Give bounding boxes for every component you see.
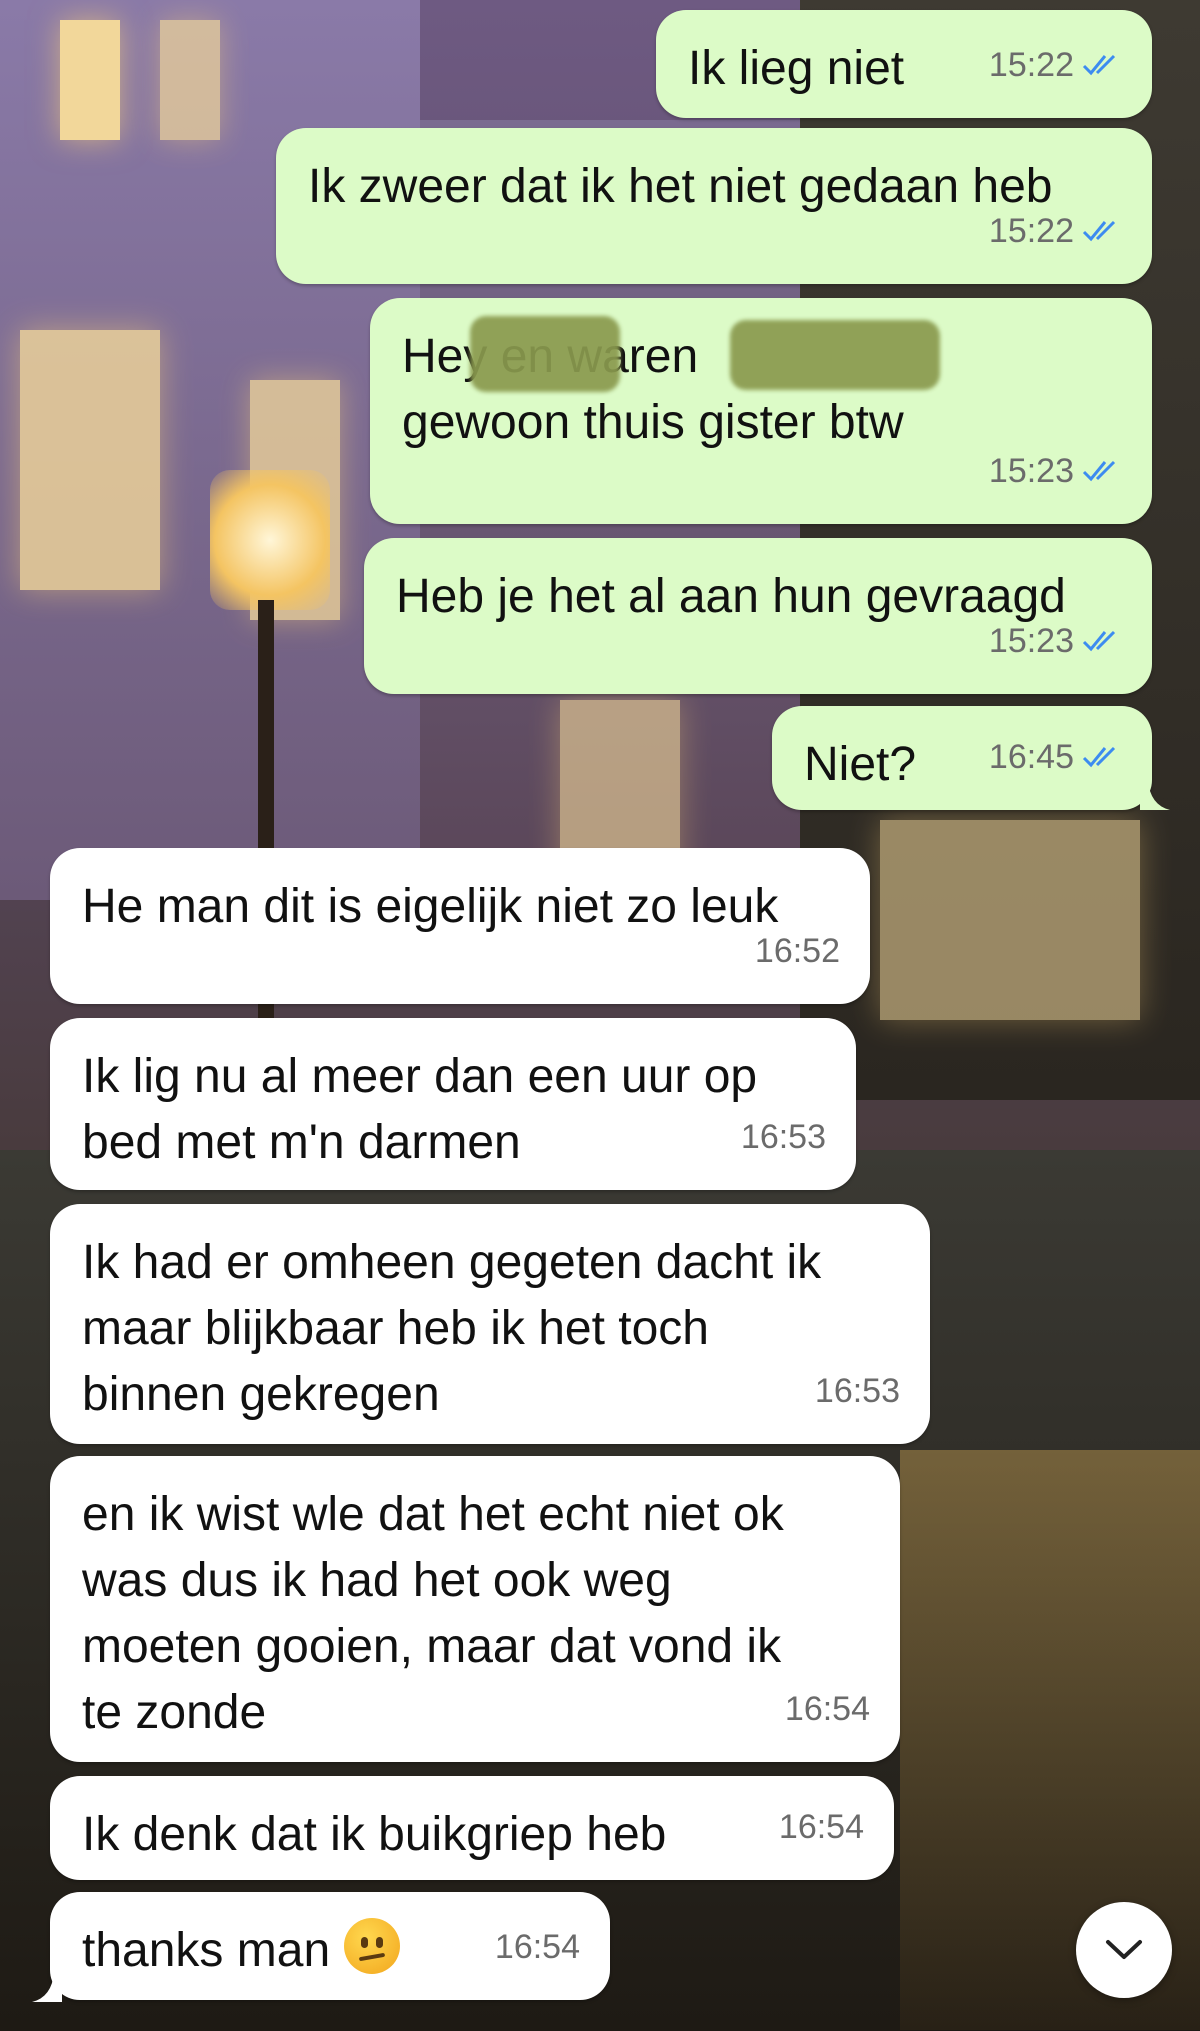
- message-time: 16:54: [778, 1808, 864, 1846]
- message-meta: 15:22: [989, 198, 1122, 264]
- incoming-message[interactable]: Ik lig nu al meer dan een uur op bed met…: [50, 1018, 856, 1190]
- incoming-message[interactable]: en ik wist wle dat het echt niet ok was …: [50, 1456, 900, 1762]
- message-list[interactable]: Ik lieg niet 15:22 Ik zweer dat ik het n…: [0, 0, 1200, 2031]
- message-text: Niet?: [804, 738, 917, 791]
- message-meta: 16:45: [989, 724, 1122, 790]
- message-time: 16:52: [754, 932, 840, 970]
- scroll-to-bottom-button[interactable]: [1076, 1902, 1172, 1998]
- message-text: He man dit is eigelijk niet zo leuk: [82, 880, 779, 933]
- message-time: 16:54: [784, 1690, 870, 1728]
- message-text: Ik denk dat ik buikgriep heb: [82, 1808, 667, 1861]
- message-meta: 16:54: [785, 1676, 870, 1742]
- incoming-message[interactable]: thanks man 16:54: [50, 1892, 610, 2000]
- outgoing-message[interactable]: Niet? 16:45: [772, 706, 1152, 810]
- outgoing-message[interactable]: Heb je het al aan hun gevraagd 15:23: [364, 538, 1152, 694]
- message-meta: 15:23: [989, 438, 1122, 504]
- message-text: thanks man: [82, 1924, 331, 1977]
- message-time: 15:23: [988, 622, 1074, 660]
- message-time: 15:22: [988, 46, 1074, 84]
- message-time: 15:23: [988, 452, 1074, 490]
- message-text: Ik zweer dat ik het niet gedaan heb: [308, 160, 1053, 213]
- message-time: 16:53: [814, 1372, 900, 1410]
- message-meta: 15:22: [989, 32, 1122, 98]
- message-text: Ik had er omheen gegeten dacht ik maar b…: [82, 1236, 822, 1421]
- message-meta: 15:23: [989, 608, 1122, 674]
- message-time: 15:22: [988, 212, 1074, 250]
- double-check-icon: [1082, 460, 1116, 482]
- bubble-tail: [1140, 780, 1170, 810]
- redacted-name: [470, 316, 620, 392]
- message-text: Ik lig nu al meer dan een uur op bed met…: [82, 1050, 758, 1169]
- message-time: 16:54: [494, 1928, 580, 1966]
- double-check-icon: [1082, 630, 1116, 652]
- incoming-message[interactable]: Ik denk dat ik buikgriep heb 16:54: [50, 1776, 894, 1880]
- outgoing-message[interactable]: Hey en waren gewoon thuis gister btw 15:…: [370, 298, 1152, 524]
- redacted-name: [730, 320, 940, 390]
- double-check-icon: [1082, 746, 1116, 768]
- message-text: Ik lieg niet: [688, 42, 905, 95]
- incoming-message[interactable]: Ik had er omheen gegeten dacht ik maar b…: [50, 1204, 930, 1444]
- incoming-message[interactable]: He man dit is eigelijk niet zo leuk 16:5…: [50, 848, 870, 1004]
- double-check-icon: [1082, 220, 1116, 242]
- bubble-tail: [32, 1972, 62, 2002]
- message-meta: 16:54: [495, 1914, 580, 1980]
- message-time: 16:53: [740, 1118, 826, 1156]
- message-meta: 16:52: [755, 918, 840, 984]
- message-text: en ik wist wle dat het echt niet ok was …: [82, 1488, 784, 1739]
- message-meta: 16:53: [741, 1104, 826, 1170]
- double-check-icon: [1082, 54, 1116, 76]
- message-text: Heb je het al aan hun gevraagd: [396, 570, 1066, 623]
- message-meta: 16:53: [815, 1358, 900, 1424]
- outgoing-message[interactable]: Ik lieg niet 15:22: [656, 10, 1152, 118]
- message-meta: 16:54: [779, 1794, 864, 1860]
- outgoing-message[interactable]: Ik zweer dat ik het niet gedaan heb 15:2…: [276, 128, 1152, 284]
- message-time: 16:45: [988, 738, 1074, 776]
- confused-face-emoji: [344, 1918, 401, 1974]
- chevron-down-icon: [1106, 1940, 1142, 1959]
